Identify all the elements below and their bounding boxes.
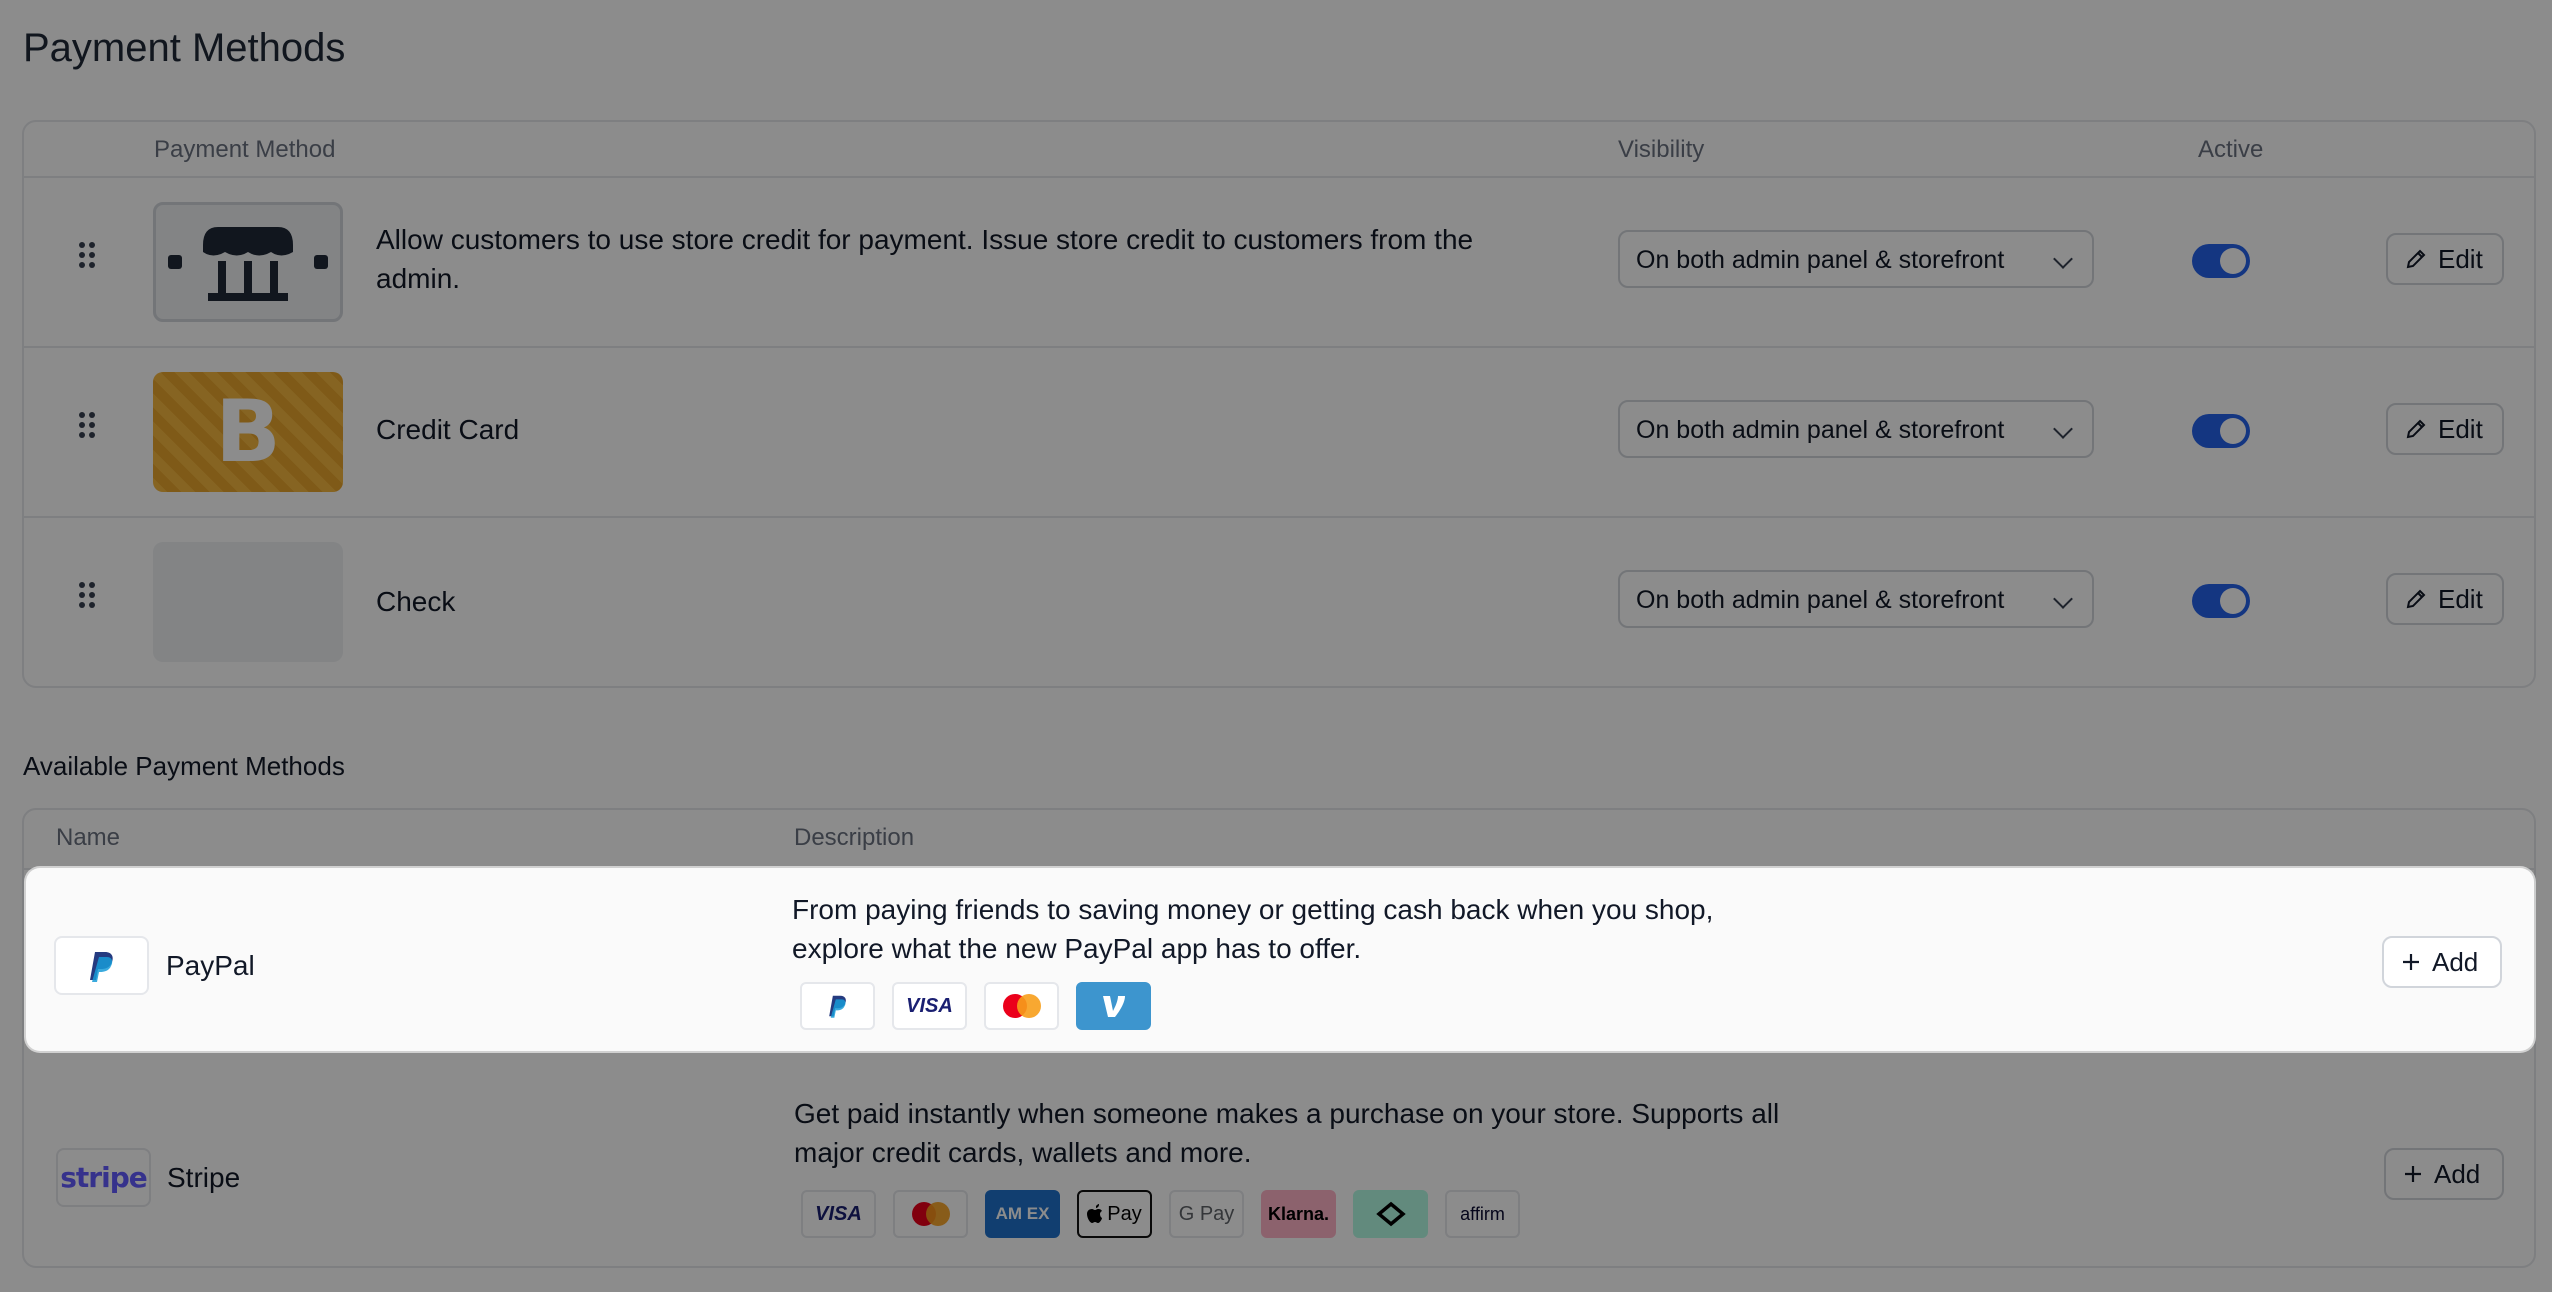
mastercard-logo [984, 982, 1059, 1030]
venmo-logo [1076, 982, 1151, 1030]
paypal-icon [89, 951, 113, 982]
modal-overlay [0, 0, 2552, 1292]
method-name: PayPal [166, 950, 255, 981]
visa-logo: VISA [892, 982, 967, 1030]
paypal-icon [828, 995, 846, 1018]
paypal-brand-logo [800, 982, 875, 1030]
page: Payment Methods Payment Method Visibilit… [0, 0, 2552, 1292]
add-button[interactable]: Add [2382, 936, 2502, 988]
highlighted-row-paypal[interactable]: PayPal From paying friends to saving mon… [26, 868, 2534, 1051]
paypal-logo [54, 936, 149, 995]
brand-logos: VISA [800, 982, 1151, 1030]
venmo-icon [1102, 996, 1125, 1017]
method-description: From paying friends to saving money or g… [792, 894, 1714, 964]
plus-icon [2403, 954, 2419, 970]
